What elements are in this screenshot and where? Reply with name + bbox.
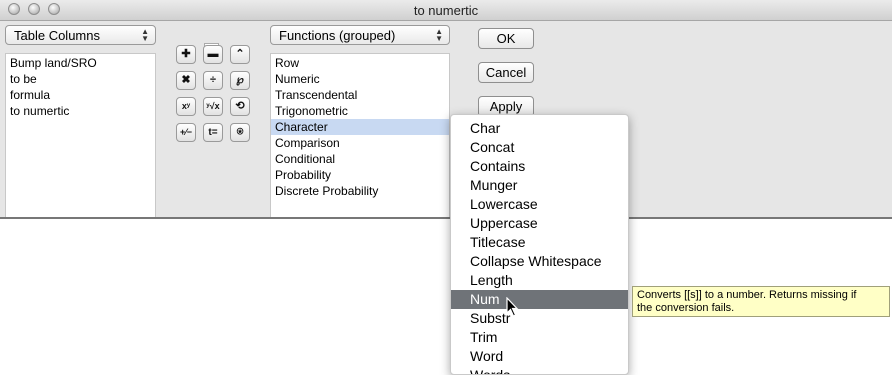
columns-list[interactable]: Bump land/SRO to be formula to numertic <box>5 53 156 218</box>
popup-arrows-icon: ▲ ▼ <box>141 27 149 43</box>
negate-button[interactable]: +⁄− <box>176 123 196 142</box>
menu-item-munger[interactable]: Munger <box>451 176 628 195</box>
menu-item-char[interactable]: Char <box>451 119 628 138</box>
peel-button[interactable]: ⍟ <box>230 123 250 142</box>
root-button[interactable]: ℘ <box>230 71 250 90</box>
menu-item-word[interactable]: Word <box>451 347 628 366</box>
title-bar: to numertic <box>0 0 892 21</box>
popup-arrows-icon: ▲ ▼ <box>435 27 443 43</box>
root-icon: ℘ <box>236 74 244 86</box>
peel-icon: ⍟ <box>236 126 244 138</box>
menu-item-contains[interactable]: Contains <box>451 157 628 176</box>
swap-button[interactable]: ⟲ <box>230 97 250 116</box>
menu-item-trim[interactable]: Trim <box>451 328 628 347</box>
tooltip-line-2: the conversion fails. <box>637 302 735 314</box>
divide-icon: ÷ <box>209 74 217 86</box>
caret-up-button[interactable]: ⌃ <box>230 45 250 64</box>
swap-icon: ⟲ <box>235 100 245 112</box>
caret-up-icon: ⌃ <box>235 48 245 60</box>
minus-icon: ▬ <box>207 48 219 60</box>
multiply-icon: ✖ <box>181 74 191 86</box>
multiply-button[interactable]: ✖ <box>176 71 196 90</box>
functions-popup-label: Functions (grouped) <box>279 28 396 43</box>
menu-item-uppercase[interactable]: Uppercase <box>451 214 628 233</box>
table-columns-popup[interactable]: Table Columns ▲ ▼ <box>5 25 156 45</box>
function-tooltip: Converts [[s]] to a number. Returns miss… <box>632 286 890 317</box>
menu-item-num[interactable]: Num <box>451 290 628 309</box>
function-group-item[interactable]: Transcendental <box>271 87 449 103</box>
window-title: to numertic <box>413 3 479 18</box>
column-item[interactable]: Bump land/SRO <box>6 55 155 71</box>
cancel-button[interactable]: Cancel <box>478 62 534 83</box>
ok-button[interactable]: OK <box>478 28 534 49</box>
assign-button[interactable]: t= <box>203 123 223 142</box>
function-group-item[interactable]: Conditional <box>271 151 449 167</box>
menu-item-collapse-whitespace[interactable]: Collapse Whitespace <box>451 252 628 271</box>
function-group-item[interactable]: Numeric <box>271 71 449 87</box>
column-item[interactable]: to numertic <box>6 103 155 119</box>
plus-button[interactable]: ✚ <box>176 45 196 64</box>
menu-item-concat[interactable]: Concat <box>451 138 628 157</box>
power-button[interactable]: xʸ <box>176 97 196 116</box>
function-group-item-selected[interactable]: Character <box>271 119 449 135</box>
column-item[interactable]: formula <box>6 87 155 103</box>
minus-button[interactable]: ▬ <box>203 45 223 64</box>
function-group-item[interactable]: Comparison <box>271 135 449 151</box>
nth-root-button[interactable]: ʸ√x <box>203 97 223 116</box>
assign-icon: t= <box>208 127 218 138</box>
character-functions-menu[interactable]: Char Concat Contains Munger Lowercase Up… <box>450 114 629 375</box>
functions-popup[interactable]: Functions (grouped) ▲ ▼ <box>270 25 450 45</box>
menu-item-titlecase[interactable]: Titlecase <box>451 233 628 252</box>
table-columns-popup-label: Table Columns <box>14 28 100 43</box>
plus-icon: ✚ <box>181 48 191 60</box>
function-groups-list[interactable]: Row Numeric Transcendental Trigonometric… <box>270 53 450 218</box>
menu-item-substr[interactable]: Substr <box>451 309 628 328</box>
function-group-item[interactable]: Row <box>271 55 449 71</box>
tooltip-line-1: Converts [[s]] to a number. Returns miss… <box>637 289 857 301</box>
divide-button[interactable]: ÷ <box>203 71 223 90</box>
column-item[interactable]: to be <box>6 71 155 87</box>
negate-icon: +⁄− <box>179 127 192 137</box>
formula-editor-panel: Table Columns ▲ ▼ Bump land/SRO to be for… <box>0 21 892 218</box>
function-group-item[interactable]: Discrete Probability <box>271 183 449 199</box>
function-group-item[interactable]: Probability <box>271 167 449 183</box>
menu-item-lowercase[interactable]: Lowercase <box>451 195 628 214</box>
mouse-pointer-icon <box>506 297 519 317</box>
menu-item-words[interactable]: Words <box>451 366 628 374</box>
function-group-item[interactable]: Trigonometric <box>271 103 449 119</box>
nth-root-icon: ʸ√x <box>206 101 220 111</box>
menu-item-length[interactable]: Length <box>451 271 628 290</box>
power-icon: xʸ <box>181 101 191 111</box>
